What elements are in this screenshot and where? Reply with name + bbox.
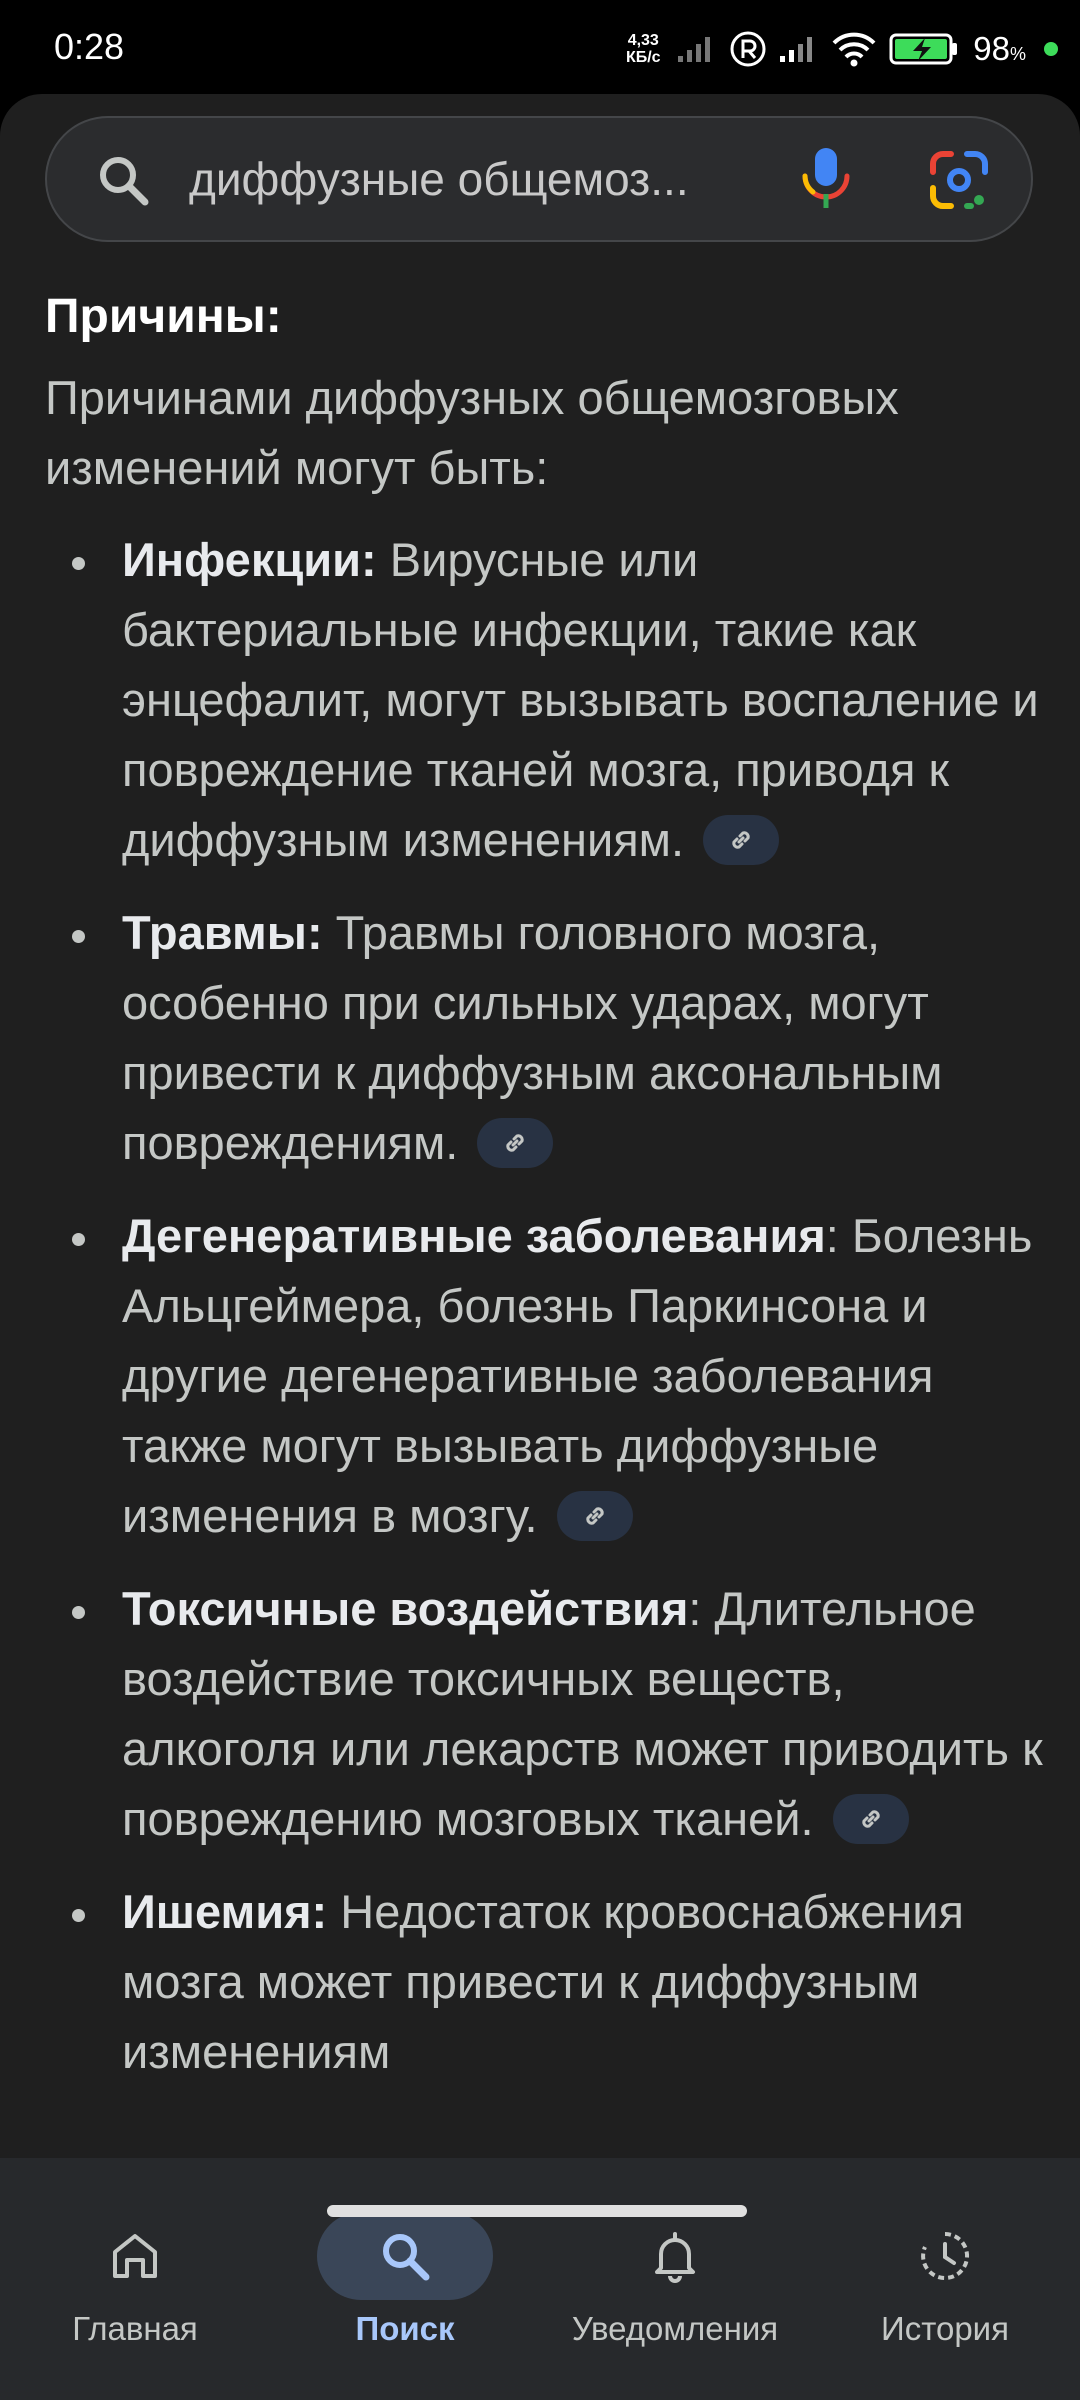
battery-charging-icon	[889, 33, 958, 65]
source-link-button[interactable]	[703, 814, 780, 865]
source-link-button[interactable]	[832, 1793, 909, 1844]
search-icon	[383, 2234, 430, 2281]
dot-indicator	[1044, 42, 1058, 56]
list-item: Инфекции: Вирусные или бактериальные инф…	[45, 525, 1045, 875]
cause-term: Ишемия:	[122, 1885, 328, 1938]
source-link-button[interactable]	[556, 1490, 633, 1541]
results-panel: диффузные общемоз... Причины: Причинами …	[0, 94, 1080, 2400]
nav-search[interactable]: Поиск	[270, 2158, 540, 2358]
status-time: 0:28	[54, 26, 125, 67]
list-item: Токсичные воздействия: Длительное воздей…	[45, 1574, 1045, 1854]
link-icon	[732, 830, 750, 849]
link-icon	[585, 1506, 604, 1525]
source-link-button[interactable]	[477, 1117, 554, 1168]
list-item: Травмы: Травмы головного мозга, особенно…	[45, 898, 1045, 1178]
mic-icon[interactable]	[795, 146, 857, 212]
nav-notifications-label: Уведомления	[571, 2310, 779, 2347]
causes-list: Инфекции: Вирусные или бактериальные инф…	[45, 525, 1045, 2087]
search-icon[interactable]	[95, 152, 151, 208]
cause-term: Токсичные воздействия	[122, 1582, 689, 1635]
registered-icon	[730, 31, 766, 67]
nav-search-label: Поиск	[355, 2310, 455, 2347]
cause-term: Инфекции:	[122, 533, 377, 586]
answer-content: Причины: Причинами диффузных общемозговы…	[45, 289, 1045, 2110]
home-icon	[113, 2234, 157, 2278]
cause-term: Дегенеративные заболевания	[122, 1209, 826, 1262]
status-icons: 4,33 КБ/с 98%	[621, 24, 1058, 74]
signal-icon	[678, 37, 711, 62]
nav-history[interactable]: История	[810, 2158, 1080, 2358]
history-icon	[921, 2231, 970, 2280]
network-speed: 4,33 КБ/с	[625, 32, 661, 66]
search-bar[interactable]: диффузные общемоз...	[45, 116, 1033, 242]
nav-home-label: Главная	[72, 2310, 198, 2347]
bottom-navigation: Главная Поиск Уведомления История	[0, 2158, 1080, 2400]
list-item: Ишемия: Недостаток кровоснабжения мозга …	[45, 1877, 1045, 2087]
cause-term: Травмы:	[122, 906, 323, 959]
battery-percent: 98%	[973, 30, 1026, 67]
status-bar: 0:28 4,33 КБ/с 98%	[0, 0, 1080, 96]
google-lens-icon[interactable]	[929, 150, 989, 210]
section-heading: Причины:	[45, 290, 282, 343]
nav-notifications[interactable]: Уведомления	[540, 2158, 810, 2358]
bell-icon	[655, 2232, 695, 2283]
section-intro: Причинами диффузных общемозговых изменен…	[45, 371, 899, 494]
nav-history-label: История	[881, 2310, 1009, 2347]
search-query[interactable]: диффузные общемоз...	[189, 152, 689, 206]
wifi-icon	[832, 32, 876, 67]
signal-icon	[780, 37, 813, 62]
list-item: Дегенеративные заболевания: Болезнь Альц…	[45, 1201, 1045, 1551]
home-indicator[interactable]	[327, 2205, 747, 2217]
link-icon	[861, 1809, 880, 1828]
nav-home[interactable]: Главная	[0, 2158, 270, 2358]
link-icon	[506, 1133, 525, 1152]
